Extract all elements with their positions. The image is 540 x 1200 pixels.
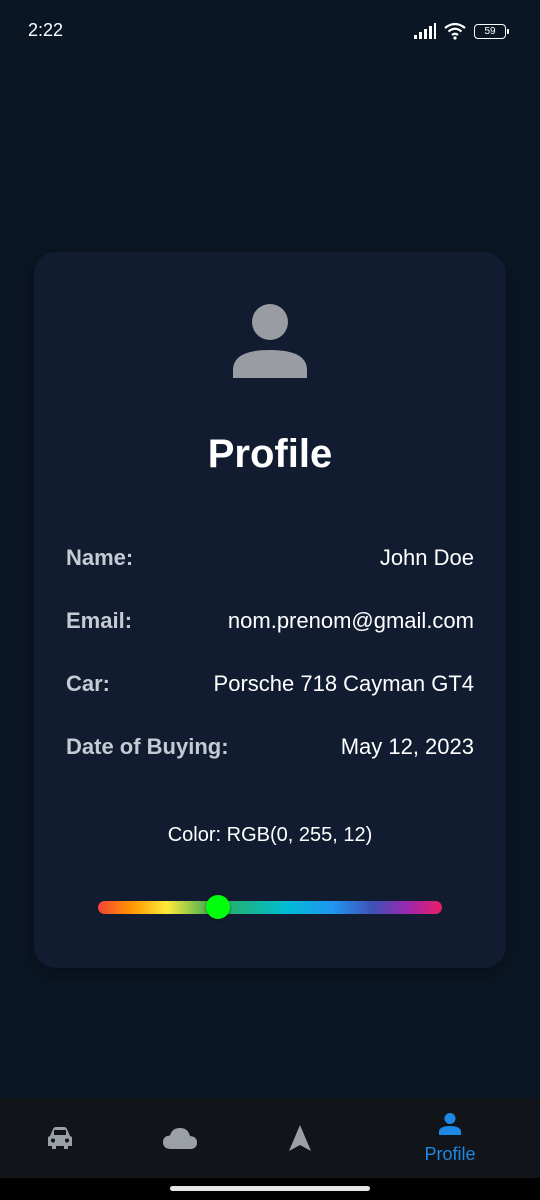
date-of-buying-row: Date of Buying: May 12, 2023 [66,729,474,765]
page-title: Profile [207,432,333,476]
home-indicator[interactable] [170,1186,370,1191]
car-value: Porsche 718 Cayman GT4 [213,671,474,696]
car-icon [48,1127,72,1149]
nav-item-car[interactable] [0,1098,120,1178]
navigation-icon [289,1125,311,1151]
wifi-icon [444,22,466,40]
nav-label-profile: Profile [424,1143,476,1164]
person-icon [439,1112,461,1135]
email-label: Email: [66,608,133,633]
cloud-icon [163,1128,197,1149]
nav-item-weather[interactable] [120,1098,240,1178]
email-row: Email: nom.prenom@gmail.com [66,603,474,639]
battery-level: 59 [484,25,496,37]
nav-item-profile[interactable]: Profile [390,1098,510,1178]
person-icon [233,304,307,378]
color-readout: Color: RGB(0, 255, 12) [167,824,373,846]
battery-icon: 59 [474,23,509,39]
car-label: Car: [66,671,111,696]
nav-item-navigation[interactable] [240,1098,360,1178]
bottom-nav: Profile [0,1098,540,1178]
status-icons: 59 [414,20,509,42]
date-of-buying-value: May 12, 2023 [340,734,474,759]
system-nav-area [0,1178,540,1200]
date-of-buying-label: Date of Buying: [66,734,229,759]
status-time: 2:22 [28,20,64,40]
profile-card: Profile Name: John Doe Email: nom.prenom… [34,252,506,968]
signal-icon [414,23,436,39]
name-label: Name: [66,545,134,570]
email-value: nom.prenom@gmail.com [227,608,474,633]
color-slider-thumb[interactable] [206,895,231,919]
name-value: John Doe [379,545,474,570]
name-row: Name: John Doe [66,540,474,576]
color-slider-track[interactable] [98,901,442,914]
car-row: Car: Porsche 718 Cayman GT4 [66,666,474,702]
status-bar: 2:22 59 [0,0,540,60]
